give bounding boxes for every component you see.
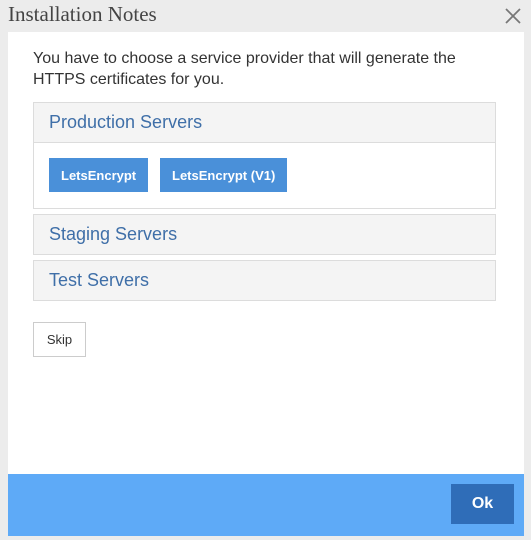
letsencrypt-v1-button[interactable]: LetsEncrypt (V1) — [160, 158, 288, 192]
close-icon[interactable] — [503, 6, 523, 26]
dialog-title: Installation Notes — [8, 2, 157, 26]
panel-heading-production[interactable]: Production Servers — [34, 103, 495, 142]
installation-notes-dialog: Installation Notes You have to choose a … — [0, 0, 531, 540]
panel-staging-servers: Staging Servers — [33, 214, 496, 255]
dialog-titlebar: Installation Notes — [0, 0, 531, 32]
panel-body-production: LetsEncrypt LetsEncrypt (V1) — [34, 142, 495, 208]
panel-heading-staging[interactable]: Staging Servers — [34, 215, 495, 254]
dialog-content: You have to choose a service provider th… — [8, 32, 524, 474]
panel-test-servers: Test Servers — [33, 260, 496, 301]
panel-production-servers: Production Servers LetsEncrypt LetsEncry… — [33, 102, 496, 209]
dialog-footer: Ok — [8, 474, 524, 536]
ok-button[interactable]: Ok — [451, 484, 514, 524]
intro-text: You have to choose a service provider th… — [33, 50, 456, 88]
letsencrypt-button[interactable]: LetsEncrypt — [49, 158, 149, 192]
skip-button[interactable]: Skip — [33, 322, 86, 357]
panel-heading-test[interactable]: Test Servers — [34, 261, 495, 300]
